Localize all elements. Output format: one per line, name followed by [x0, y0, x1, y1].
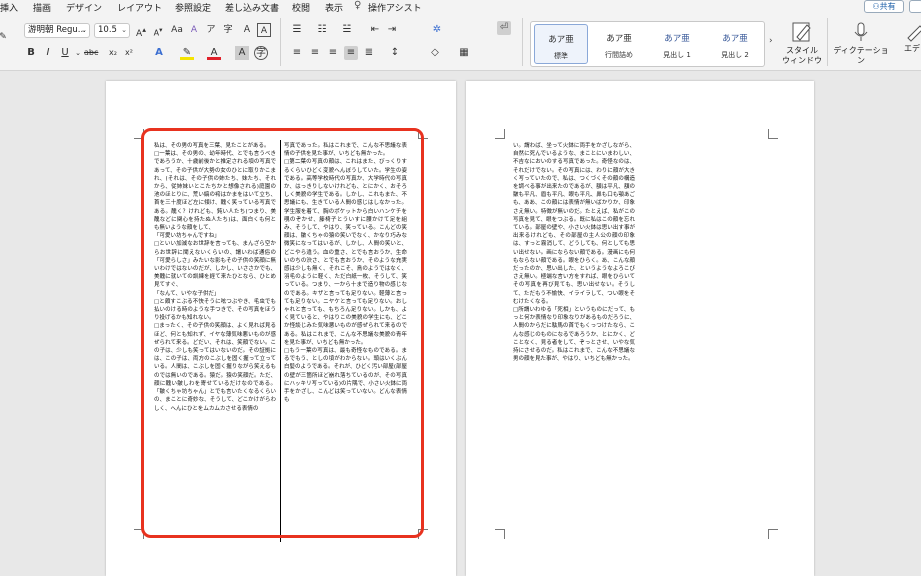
grow-font-icon[interactable]: A▴	[134, 23, 148, 39]
paragraph: い。謂わば、坐って火鉢に両手をかざしながら、自然に死んでいるような、まことにいま…	[513, 143, 635, 305]
font-size-value: 10.5	[98, 25, 117, 35]
style-name: 行間詰め	[605, 51, 633, 59]
superscript-icon[interactable]: x²	[122, 46, 136, 60]
editor-button[interactable]: エデ	[904, 20, 921, 54]
styles-pane-label: スタイル ウィンドウ	[782, 46, 822, 65]
character-border-icon[interactable]: Ａ	[240, 23, 254, 37]
ribbon-separator	[522, 18, 523, 66]
clear-format-icon[interactable]: A	[187, 23, 201, 37]
crop-mark	[768, 529, 778, 539]
justify-icon[interactable]: ≡	[344, 46, 358, 60]
tab-references[interactable]: 参照設定	[175, 1, 211, 14]
style-normal[interactable]: あア亜 標準	[534, 24, 588, 64]
text-box-border-icon[interactable]: A	[257, 23, 271, 37]
editor-label: エデ	[904, 44, 920, 53]
shading-icon[interactable]: ◇	[428, 46, 442, 60]
decrease-indent-icon[interactable]: ⇤	[368, 23, 382, 37]
microphone-icon	[854, 22, 868, 41]
font-name-value: 游明朝 Regu...	[28, 25, 86, 35]
ruby-icon[interactable]: ア	[204, 23, 218, 37]
tab-layout[interactable]: レイアウト	[117, 1, 162, 14]
dictation-label: ディクテーション	[833, 46, 889, 65]
asian-layout-icon[interactable]: ✲	[430, 23, 444, 37]
style-sample: あア亜	[548, 35, 574, 45]
line-spacing-icon[interactable]: ↕	[388, 46, 402, 60]
subscript-icon[interactable]: x₂	[106, 46, 120, 60]
crop-mark	[495, 529, 505, 539]
tab-design[interactable]: デザイン	[66, 1, 102, 14]
tab-view[interactable]: 表示	[325, 1, 343, 14]
chevron-down-icon: ⌄	[121, 26, 127, 34]
distributed-icon[interactable]: ≣	[362, 46, 376, 60]
share-button[interactable]: ⚇共有	[864, 0, 904, 13]
dictation-button[interactable]: ディクテーション	[830, 20, 892, 66]
borders-icon[interactable]: ▦	[457, 46, 471, 60]
document-workspace[interactable]: 私は、その男の写真を三葉、見たことがある。 □一葉は、その男の、幼年時代、とでも…	[0, 71, 921, 576]
shrink-font-icon[interactable]: A▾	[151, 23, 165, 38]
tab-review[interactable]: 校閲	[292, 1, 310, 14]
style-heading-1[interactable]: あア亜 見出し 1	[650, 24, 704, 64]
character-shading-icon[interactable]: A	[235, 46, 249, 60]
multilevel-list-icon[interactable]: ☱	[340, 23, 354, 37]
tab-mailings[interactable]: 差し込み文書	[225, 1, 279, 14]
align-left-icon[interactable]: ≡	[290, 46, 304, 60]
ribbon-tab-bar: 挿入 描画 デザイン レイアウト 参照設定 差し込み文書 校閲 表示 ♀ 操作ア…	[0, 0, 921, 14]
share-label: 共有	[879, 2, 896, 11]
highlight-annotation-box	[141, 128, 424, 538]
crop-mark	[495, 129, 505, 139]
show-formatting-icon[interactable]: ⏎	[497, 21, 511, 35]
style-name: 標準	[554, 52, 568, 60]
tell-me-search[interactable]: 操作アシスト	[368, 1, 422, 14]
styles-pane-icon	[792, 22, 811, 42]
person-icon: ⚇	[872, 2, 880, 11]
bold-icon[interactable]: B	[24, 46, 38, 60]
style-sample: あア亜	[606, 34, 632, 44]
styles-gallery: あア亜 標準 あア亜 行間詰め あア亜 見出し 1 あア亜 見出し 2	[530, 21, 765, 67]
word-window: 挿入 描画 デザイン レイアウト 参照設定 差し込み文書 校閲 表示 ♀ 操作ア…	[0, 0, 921, 576]
tab-insert[interactable]: 挿入	[0, 1, 18, 14]
ribbon-home: ✎ 游明朝 Regu... ⌄ 10.5 ⌄ A▴ A▾ Aa A ア 字 Ａ A …	[0, 14, 921, 71]
enclosed-character-icon[interactable]: 字	[254, 46, 268, 60]
enclose-character-icon[interactable]: 字	[221, 23, 235, 37]
style-sample: あア亜	[664, 34, 690, 44]
italic-icon[interactable]: I	[41, 46, 55, 60]
text-column-3[interactable]: い。謂わば、坐って火鉢に両手をかざしながら、自然に死んでいるような、まことにいま…	[513, 142, 635, 488]
ribbon-separator	[280, 18, 281, 66]
font-color-icon[interactable]: A	[207, 46, 221, 60]
text-effects-icon[interactable]: A	[152, 46, 166, 60]
chevron-right-icon[interactable]: ›	[769, 36, 773, 46]
tab-draw[interactable]: 描画	[33, 1, 51, 14]
comments-button[interactable]	[909, 0, 921, 13]
increase-indent-icon[interactable]: ⇥	[385, 23, 399, 37]
editor-icon	[907, 25, 921, 42]
style-no-spacing[interactable]: あア亜 行間詰め	[592, 24, 646, 64]
highlight-icon[interactable]: ✎	[180, 46, 194, 60]
bullets-icon[interactable]: ☰	[290, 23, 304, 37]
paragraph: □所謂いわゆる「死相」というものにだって、もっと何か表情なり印象なりがあるものだ…	[513, 307, 635, 363]
align-right-icon[interactable]: ≡	[326, 46, 340, 60]
lightbulb-icon: ♀	[354, 0, 362, 11]
style-name: 見出し 1	[663, 51, 691, 59]
numbering-icon[interactable]: ☷	[315, 23, 329, 37]
styles-pane-button[interactable]: スタイル ウィンドウ	[780, 20, 824, 66]
document-page[interactable]: い。謂わば、坐って火鉢に両手をかざしながら、自然に死んでいるような、まことにいま…	[466, 81, 814, 576]
align-center-icon[interactable]: ≡	[308, 46, 322, 60]
font-size-select[interactable]: 10.5 ⌄	[94, 23, 130, 38]
format-painter-icon[interactable]: ✎	[0, 30, 10, 44]
ribbon-separator	[827, 18, 828, 66]
style-sample: あア亜	[722, 34, 748, 44]
crop-mark	[768, 129, 778, 139]
underline-icon[interactable]: U	[58, 46, 72, 60]
style-heading-2[interactable]: あア亜 見出し 2	[708, 24, 762, 64]
chevron-down-icon: ⌄	[81, 26, 87, 34]
change-case-icon[interactable]: Aa	[170, 23, 184, 37]
style-name: 見出し 2	[721, 51, 749, 59]
font-name-select[interactable]: 游明朝 Regu... ⌄	[24, 23, 90, 38]
chevron-down-icon[interactable]: ⌄	[71, 46, 85, 60]
strikethrough-icon[interactable]: abc	[84, 46, 98, 60]
